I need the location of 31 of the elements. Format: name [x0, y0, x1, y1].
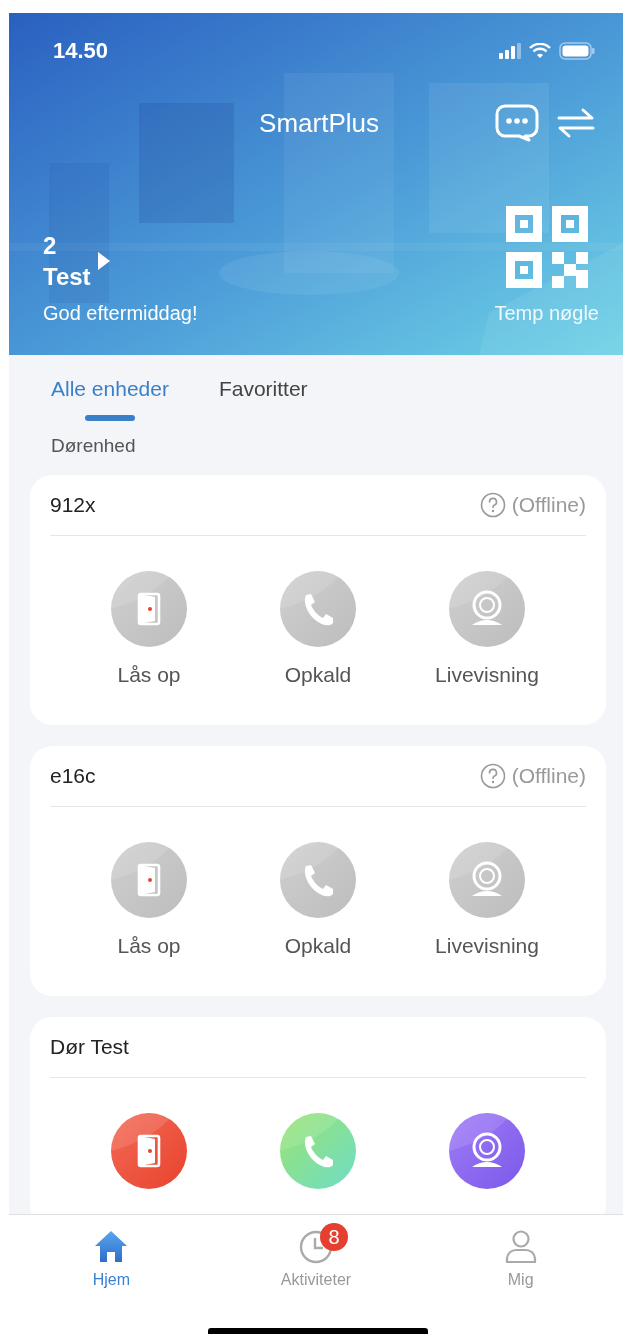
- wifi-icon: [529, 42, 551, 59]
- help-icon[interactable]: [479, 763, 506, 789]
- section-title: Dørenhed: [50, 434, 137, 458]
- message-button[interactable]: [495, 104, 539, 142]
- unlock-action[interactable]: Lås op: [64, 571, 234, 687]
- home-selector[interactable]: 2 Test: [43, 230, 198, 292]
- swap-arrows-icon: [557, 107, 595, 139]
- chat-bubble-icon: [495, 104, 539, 142]
- switch-button[interactable]: [557, 107, 595, 139]
- signal-icon: [499, 42, 521, 59]
- call-action[interactable]: Opkald: [233, 571, 403, 687]
- device-name: 912x: [50, 493, 96, 517]
- battery-icon: [559, 41, 595, 60]
- device-name: e16c: [50, 764, 96, 788]
- app-title: SmartPlus: [259, 107, 379, 139]
- greeting-text: God eftermiddag!: [43, 302, 198, 325]
- qr-code-icon: [505, 206, 588, 288]
- device-name: Dør Test: [50, 1035, 129, 1059]
- live-action[interactable]: Livevisning: [402, 842, 572, 958]
- call-action[interactable]: Opkald: [233, 842, 403, 958]
- tab[interactable]: Favoritter: [218, 377, 308, 421]
- tab[interactable]: Alle enheder: [51, 377, 169, 421]
- triangle-right-icon: [96, 251, 111, 271]
- notification-badge: 8: [320, 1223, 348, 1251]
- offline-status: (Offline): [511, 493, 586, 517]
- status-time: 14.50: [53, 37, 109, 64]
- offline-status: (Offline): [511, 764, 586, 788]
- nav-tab[interactable]: Hjem: [92, 1229, 130, 1289]
- help-icon[interactable]: [479, 492, 506, 518]
- unlock-action[interactable]: Lås op: [64, 842, 234, 958]
- live-action[interactable]: Livevisning: [402, 571, 572, 687]
